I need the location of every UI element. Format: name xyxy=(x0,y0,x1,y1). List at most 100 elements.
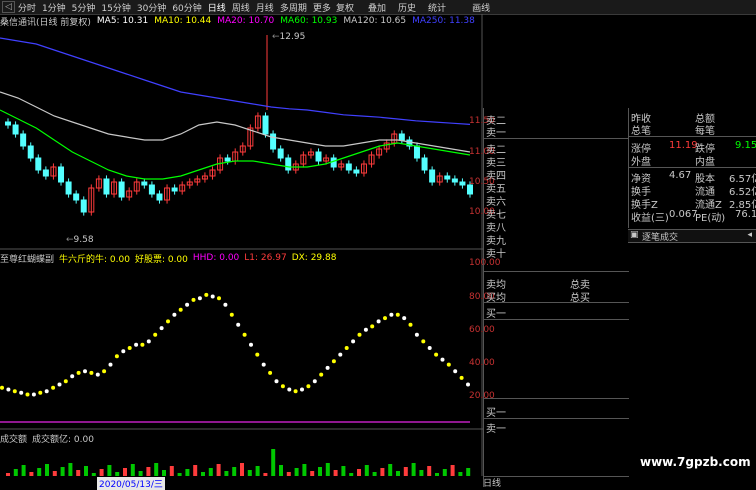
indicator-dot xyxy=(146,339,151,344)
volume-bar xyxy=(130,464,135,476)
indicator-dot xyxy=(166,319,170,324)
indicator-dot xyxy=(19,390,24,395)
indicator-dot xyxy=(114,354,119,359)
tick-trades-header[interactable]: ▣ 逐笔成交 ◂ xyxy=(628,229,756,243)
volume-bar xyxy=(364,465,369,476)
volume-bar xyxy=(224,471,229,476)
volume-bar xyxy=(13,469,18,476)
indicator-dot xyxy=(127,346,132,350)
indicator-dot xyxy=(408,322,413,327)
candle-body xyxy=(262,115,269,135)
indicator-dot xyxy=(306,384,311,389)
candle-body xyxy=(42,169,49,177)
indicator-a: 牛六斤的牛: 0.00 xyxy=(59,254,130,265)
volume-bar xyxy=(466,468,471,476)
quote-panel: 卖二 卖一 卖二 卖三 卖四 卖五 卖六 卖七 卖八 卖九 卖十 卖均 总卖 买… xyxy=(483,108,756,487)
indicator-dot xyxy=(0,385,4,390)
volume-bar xyxy=(411,463,416,476)
indicator-dot xyxy=(63,379,68,384)
bottom-daily-tab[interactable]: 日线 xyxy=(483,476,513,489)
candle-body xyxy=(80,199,87,213)
volume-bar xyxy=(450,465,455,476)
volume-bar xyxy=(333,470,338,476)
candle-body xyxy=(345,163,352,171)
indicator-dot xyxy=(357,332,362,337)
candle-body xyxy=(5,121,11,126)
stats-panel: 昨收 总额 总笔 每笔 涨停 11.19 跌停 9.15 外盘 内盘 净资 4.… xyxy=(628,108,756,228)
stat-neipan: 内盘 xyxy=(695,157,715,168)
order-book-sell-0: 卖十 xyxy=(486,249,506,260)
volume-bar xyxy=(37,468,42,476)
indicator-dot xyxy=(51,385,56,390)
volume-bar xyxy=(84,466,88,476)
indicator-dot xyxy=(185,302,190,307)
indicator-dot xyxy=(197,296,202,301)
volume-bar xyxy=(68,463,73,476)
candle-body xyxy=(141,181,148,186)
indicator-dot xyxy=(319,372,324,377)
stat-zhangting-value: 11.19 xyxy=(669,140,698,151)
indicator-dot xyxy=(402,316,407,321)
candle-body xyxy=(398,133,405,141)
volume-bar xyxy=(154,463,159,476)
volume-bar xyxy=(435,473,439,476)
candle-body xyxy=(315,151,322,162)
volume-bar xyxy=(357,469,361,476)
indicator-dot xyxy=(261,362,266,367)
candle-body xyxy=(171,187,178,192)
indicator-dot xyxy=(242,332,247,337)
volume-bar xyxy=(29,472,34,476)
volume-bar xyxy=(396,471,400,476)
volume-bar xyxy=(123,468,127,476)
volume-bar xyxy=(310,471,315,476)
indicator-dot xyxy=(274,379,279,384)
indicator-dot xyxy=(300,387,304,392)
volume-bar xyxy=(247,470,252,476)
indicator-dot xyxy=(217,296,221,301)
indicator-legend: 至尊红蝴蝶副 牛六斤的牛: 0.00 好股票: 0.00 HHD: 0.00 L… xyxy=(0,252,341,265)
candle-body xyxy=(330,157,337,168)
volume-bar xyxy=(380,468,385,476)
order-book-sell-9: 卖一 xyxy=(486,128,506,139)
candle-body xyxy=(148,184,155,195)
candle-body xyxy=(429,169,436,183)
indicator-dot xyxy=(236,322,241,327)
indicator-dot xyxy=(76,370,81,375)
candle-body xyxy=(444,175,451,180)
volume-bar xyxy=(201,472,205,476)
indicator-dot xyxy=(421,339,426,344)
indicator-dot xyxy=(363,327,368,332)
stat-dieting-value: 9.15 xyxy=(735,140,756,151)
volume-bar xyxy=(6,473,10,476)
candle-body xyxy=(285,157,292,171)
indicator-dot xyxy=(344,346,349,350)
indicator-d: L1: 26.97 xyxy=(244,253,287,263)
candle-body xyxy=(12,124,19,135)
indicator-dot xyxy=(280,384,285,389)
volume-bar xyxy=(286,472,291,476)
indicator-dot xyxy=(331,359,336,364)
stat-zongbi: 总笔 xyxy=(631,126,651,137)
stat-waipan: 外盘 xyxy=(631,157,651,168)
indicator-dot xyxy=(108,362,113,367)
candle-body xyxy=(277,148,284,159)
indicator-dot xyxy=(70,374,75,379)
buy-one-label: 买一 xyxy=(486,309,506,320)
volume-bar xyxy=(216,464,221,476)
volume-legend: 成交额 成交额亿: 0.00 xyxy=(0,432,99,445)
indicator-dot xyxy=(389,312,394,317)
indicator-dot xyxy=(95,372,100,377)
stat-jingzi-value: 4.67 xyxy=(669,170,692,181)
indicator-dot xyxy=(6,387,11,392)
candle-body xyxy=(118,181,125,198)
candle-body xyxy=(451,178,458,183)
indicator-dot xyxy=(338,352,343,357)
indicator-dot xyxy=(12,389,17,394)
candle-body xyxy=(459,181,466,186)
indicator-dot xyxy=(38,390,43,395)
expand-icon[interactable]: ◂ xyxy=(747,230,752,240)
indicator-dot xyxy=(446,362,451,367)
indicator-dot xyxy=(325,365,330,370)
candle-body xyxy=(73,193,80,201)
volume-bar xyxy=(138,471,143,476)
